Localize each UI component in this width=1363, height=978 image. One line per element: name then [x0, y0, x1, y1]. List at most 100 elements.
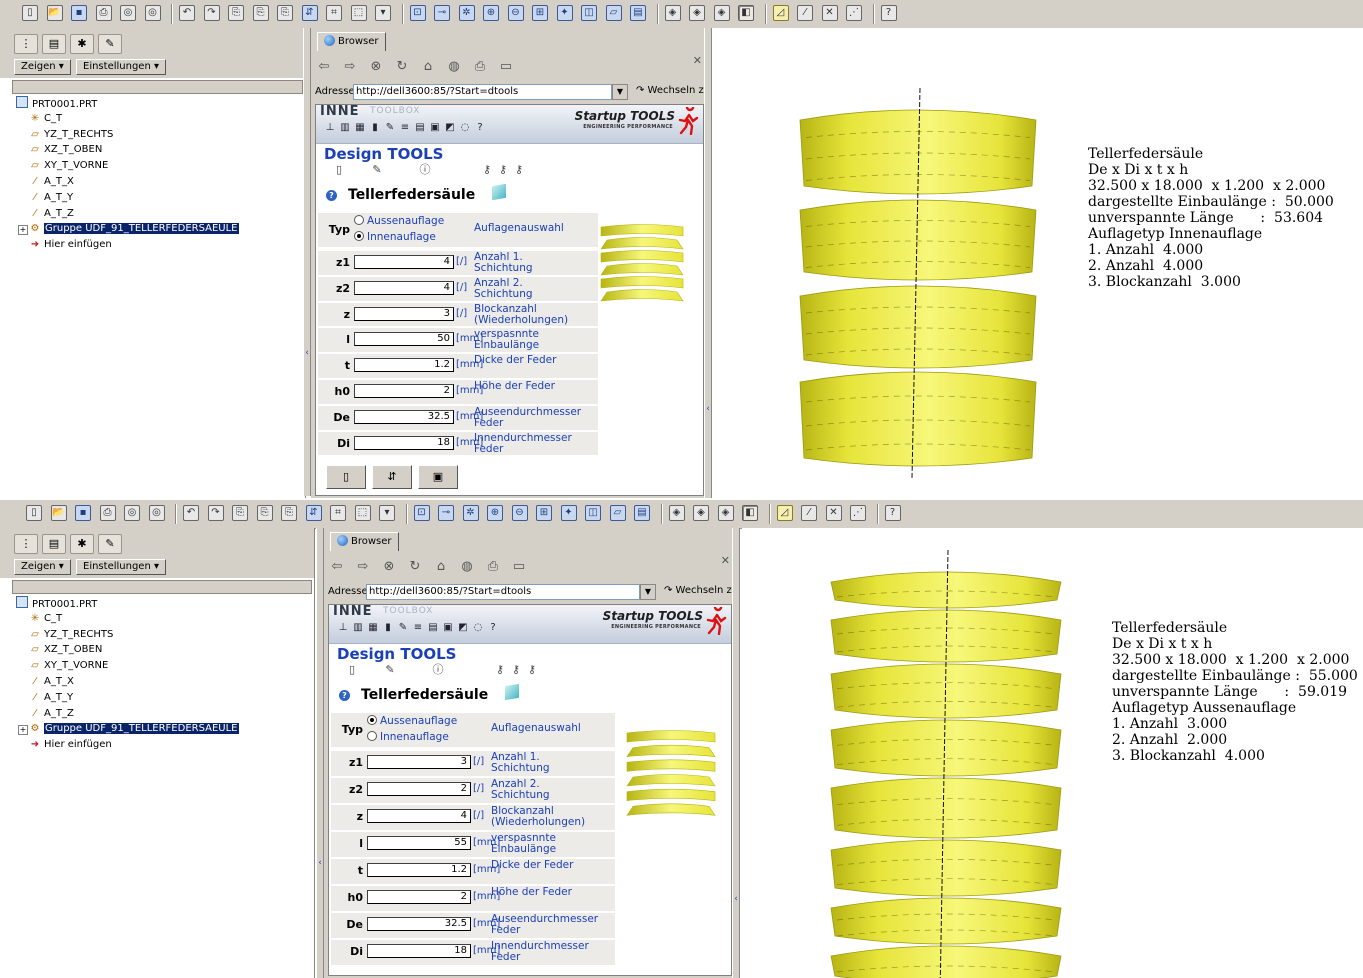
toolbar-tool-24-icon[interactable]: ◫: [581, 5, 597, 21]
toolbar-tool-23-icon[interactable]: ✦: [556, 5, 573, 21]
tab-browser[interactable]: Browser: [330, 532, 399, 551]
go-button[interactable]: ↷ Wechseln zu: [664, 585, 738, 596]
toolbar-tool-31-icon[interactable]: ◧: [738, 5, 754, 21]
toolbar-tool-33-icon[interactable]: ◿: [772, 5, 789, 21]
history-icon[interactable]: ◍: [445, 58, 463, 76]
toolbar-tool-8-icon[interactable]: ↷: [207, 505, 224, 521]
browser-splitter[interactable]: ‹: [732, 528, 740, 978]
param-input-h0[interactable]: 2: [367, 890, 471, 904]
design-tool-2-icon[interactable]: ⓘ: [418, 163, 432, 177]
chevron-down-icon[interactable]: ▼: [640, 584, 656, 600]
toolbar-tool-35-icon[interactable]: ✕: [821, 5, 838, 21]
tool-2-icon[interactable]: ▦: [354, 121, 366, 135]
tool-1-icon[interactable]: ▥: [352, 621, 364, 635]
toolbar-tool-22-icon[interactable]: ⊞: [536, 505, 552, 521]
toolbar-tool-7-icon[interactable]: ↶: [179, 5, 195, 21]
toolbar-tool-36-icon[interactable]: ⋰: [850, 505, 866, 521]
tool-10-icon[interactable]: ?: [487, 621, 499, 635]
toolbar-tool-15-icon[interactable]: ▾: [379, 505, 395, 521]
param-input-z[interactable]: 3: [354, 306, 454, 321]
toolbar-tool-35-icon[interactable]: ✕: [825, 505, 842, 521]
save-button[interactable]: ▣: [431, 975, 471, 976]
tree-item[interactable]: ➜ Hier einfügen: [28, 238, 112, 252]
tree-tool-0-icon[interactable]: ⋮: [14, 534, 38, 554]
toolbar-tool-3-icon[interactable]: ⎙: [95, 5, 112, 21]
toolbar-tool-18-icon[interactable]: ⊸: [434, 5, 450, 21]
toolbar-tool-19-icon[interactable]: ✲: [458, 5, 475, 21]
forward-icon[interactable]: ⇨: [354, 558, 372, 576]
tool-7-icon[interactable]: ▣: [429, 121, 441, 135]
show-menu-button[interactable]: Zeigen ▾: [14, 59, 71, 75]
collapse-arrow-icon[interactable]: ‹: [317, 858, 323, 868]
toolbar-tool-30-icon[interactable]: ◈: [717, 505, 734, 521]
tool-3-icon[interactable]: ▮: [369, 121, 381, 135]
history-icon[interactable]: ◍: [458, 558, 476, 576]
tool-4-icon[interactable]: ✎: [397, 621, 409, 635]
toolbar-tool-13-icon[interactable]: ⌗: [326, 5, 342, 21]
toolbar-tool-18-icon[interactable]: ⊸: [438, 505, 454, 521]
toolbar-tool-12-icon[interactable]: ⇵: [301, 5, 318, 21]
param-input-z1[interactable]: 4: [354, 255, 454, 269]
tree-item[interactable]: PRT0001.PRT: [14, 96, 97, 110]
tool-7-icon[interactable]: ▣: [442, 621, 454, 635]
radio-outer[interactable]: Aussenauflage: [367, 715, 457, 727]
forward-icon[interactable]: ⇨: [341, 58, 359, 76]
toolbar-tool-14-icon[interactable]: ⬚: [350, 5, 367, 21]
back-icon[interactable]: ⇦: [315, 58, 333, 76]
toolbar-tool-4-icon[interactable]: ◎: [124, 505, 140, 521]
tool-8-icon[interactable]: ◩: [444, 121, 456, 135]
design-tool-1-icon[interactable]: ✎: [383, 663, 397, 677]
toolbar-tool-33-icon[interactable]: ◿: [776, 505, 793, 521]
toolbar-tool-9-icon[interactable]: ⎘: [228, 5, 244, 21]
calculate-button[interactable]: ⇵: [372, 465, 412, 490]
settings-menu-button[interactable]: Einstellungen ▾: [76, 59, 166, 75]
toolbar-tool-11-icon[interactable]: ⎘: [281, 505, 297, 521]
close-icon[interactable]: ✕: [693, 54, 702, 67]
toolbar-tool-26-icon[interactable]: ▤: [630, 5, 646, 21]
tree-item[interactable]: ▱ XZ_T_OBEN: [28, 143, 102, 157]
toolbar-tool-0-icon[interactable]: ▯: [26, 505, 42, 521]
toolbar-tool-14-icon[interactable]: ⬚: [354, 505, 371, 521]
param-input-t[interactable]: 1.2: [354, 358, 454, 373]
param-input-z2[interactable]: 2: [367, 782, 471, 796]
toolbar-tool-28-icon[interactable]: ◈: [664, 5, 681, 21]
radio-outer[interactable]: Aussenauflage: [354, 215, 444, 227]
toolbar-tool-9-icon[interactable]: ⎘: [232, 505, 248, 521]
toolbar-tool-1-icon[interactable]: 📂: [46, 5, 63, 21]
toolbar-tool-29-icon[interactable]: ◈: [689, 5, 705, 21]
save-button[interactable]: ▣: [418, 465, 458, 490]
tree-tool-1-icon[interactable]: ▤: [42, 534, 66, 554]
design-tool-5-icon[interactable]: ⚷: [525, 663, 539, 677]
toolbar-tool-38-icon[interactable]: ?: [880, 5, 897, 21]
toolbar-tool-31-icon[interactable]: ◧: [742, 505, 758, 521]
toolbar-tool-2-icon[interactable]: ▪: [75, 505, 91, 521]
toolbar-tool-3-icon[interactable]: ⎙: [99, 505, 116, 521]
tree-item[interactable]: ▱ YZ_T_RECHTS: [28, 628, 113, 642]
address-input[interactable]: http://dell3600:85/?Start=dtools: [353, 84, 612, 100]
toolbar-tool-7-icon[interactable]: ↶: [183, 505, 199, 521]
save-icon[interactable]: ▭: [510, 558, 528, 576]
toolbar-tool-12-icon[interactable]: ⇵: [305, 505, 322, 521]
toolbar-tool-17-icon[interactable]: ⊡: [413, 505, 430, 521]
tool-5-icon[interactable]: ≡: [399, 121, 411, 135]
tool-1-icon[interactable]: ▥: [339, 121, 351, 135]
show-menu-button[interactable]: Zeigen ▾: [14, 559, 71, 575]
toolbar-tool-5-icon[interactable]: ◎: [148, 505, 165, 521]
tree-item[interactable]: ⁄ A_T_Y: [28, 191, 73, 205]
toolbar-tool-20-icon[interactable]: ⊕: [487, 505, 503, 521]
toolbar-tool-25-icon[interactable]: ▱: [605, 5, 622, 21]
print-icon[interactable]: ⎙: [471, 58, 489, 76]
toolbar-tool-15-icon[interactable]: ▾: [375, 5, 391, 21]
tree-tool-2-icon[interactable]: ✱: [70, 534, 94, 554]
design-tool-3-icon[interactable]: ⚷: [480, 163, 494, 177]
toolbar-tool-38-icon[interactable]: ?: [884, 505, 901, 521]
toolbar-tool-13-icon[interactable]: ⌗: [330, 505, 346, 521]
toolbar-tool-21-icon[interactable]: ⊖: [507, 5, 524, 21]
toolbar-tool-25-icon[interactable]: ▱: [609, 505, 626, 521]
tree-item[interactable]: ▱ XZ_T_OBEN: [28, 643, 102, 657]
panel-splitter[interactable]: ‹: [303, 28, 311, 496]
tool-0-icon[interactable]: ⊥: [337, 621, 349, 635]
go-button[interactable]: ↷ Wechseln zu: [636, 85, 710, 96]
param-input-Di[interactable]: 18: [367, 944, 471, 958]
save-icon[interactable]: ▭: [497, 58, 515, 76]
